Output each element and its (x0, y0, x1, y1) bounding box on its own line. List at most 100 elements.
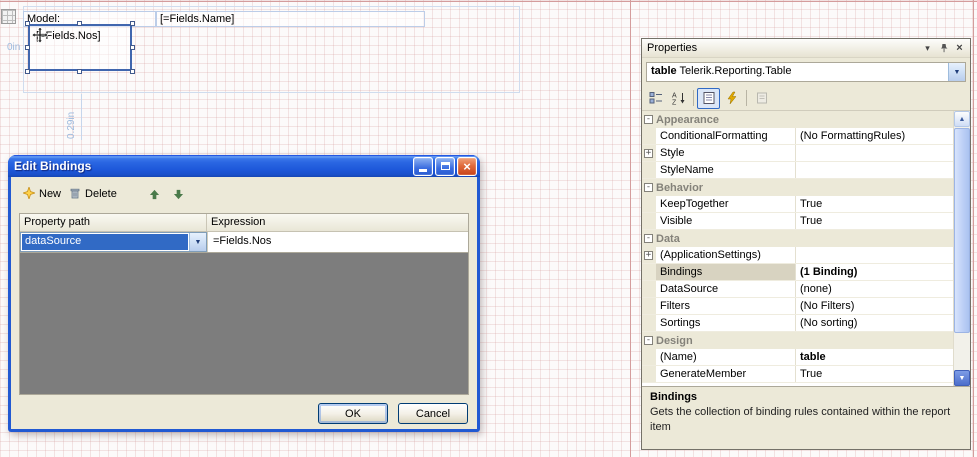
property-row[interactable]: KeepTogether True (642, 196, 953, 213)
combo-dropdown-button[interactable]: ▼ (189, 233, 206, 251)
property-category-row[interactable]: - Appearance (642, 111, 953, 128)
object-type: Telerik.Reporting.Table (679, 65, 792, 77)
maximize-icon (440, 162, 450, 170)
window-menu-button[interactable]: ▾ (920, 41, 935, 55)
delete-binding-button[interactable]: Delete (65, 185, 121, 204)
property-grid: - Appearance ConditionalFormatting (No Form… (642, 110, 970, 386)
expand-icon[interactable]: + (644, 250, 653, 260)
column-header-expression[interactable]: Expression (207, 214, 468, 231)
scroll-up-button[interactable]: ▲ (954, 111, 970, 127)
property-value[interactable]: True (796, 214, 953, 228)
resize-handle[interactable] (25, 69, 30, 74)
property-name[interactable]: Bindings (656, 264, 796, 280)
svg-text:Z: Z (672, 100, 677, 106)
bindings-grid-header: Property path Expression (20, 214, 468, 232)
close-button[interactable]: × (457, 156, 477, 176)
table-move-handle-icon[interactable] (1, 9, 16, 24)
move-down-button[interactable] (171, 186, 187, 202)
property-value[interactable] (796, 152, 953, 154)
property-row[interactable]: Visible True (642, 213, 953, 230)
property-name[interactable]: Style (656, 145, 796, 161)
property-name[interactable]: (ApplicationSettings) (656, 247, 796, 263)
categorized-button[interactable] (644, 88, 667, 109)
property-name[interactable]: DataSource (656, 281, 796, 297)
ok-button[interactable]: OK (318, 403, 388, 424)
property-name[interactable]: (Name) (656, 349, 796, 365)
resize-handle[interactable] (77, 69, 82, 74)
alphabetical-sort-button[interactable]: A Z (667, 88, 690, 109)
expand-icon[interactable]: + (644, 148, 653, 158)
property-value[interactable]: (1 Binding) (796, 265, 953, 279)
property-row[interactable]: DataSource (none) (642, 281, 953, 298)
scrollbar-thumb[interactable] (954, 128, 970, 333)
property-name[interactable]: Filters (656, 298, 796, 314)
property-row[interactable]: ConditionalFormatting (No FormattingRules… (642, 128, 953, 145)
table-cell-name-expression[interactable]: [=Fields.Name] (156, 11, 425, 27)
property-value[interactable] (796, 169, 953, 171)
panel-close-button[interactable]: × (952, 41, 967, 55)
object-selector-value: table Telerik.Reporting.Table (647, 63, 948, 81)
collapse-icon[interactable]: - (644, 234, 653, 243)
property-value[interactable]: (No sorting) (796, 316, 953, 330)
move-up-button[interactable] (147, 186, 163, 202)
category-label: Behavior (656, 181, 704, 194)
property-pages-button[interactable] (750, 88, 773, 109)
selected-textbox[interactable]: [=Fields.Nos] (25, 21, 135, 74)
report-designer-canvas: Model: [=Fields.Name] [=Fields.Nos] 0in … (0, 0, 977, 457)
property-row[interactable]: StyleName (642, 162, 953, 179)
new-binding-button[interactable]: New (19, 185, 65, 204)
property-value[interactable] (796, 254, 953, 256)
property-row[interactable]: (Name) table (642, 349, 953, 366)
auto-hide-pin-button[interactable] (936, 41, 951, 55)
property-category-row[interactable]: - Behavior (642, 179, 953, 196)
property-value[interactable]: (No Filters) (796, 299, 953, 313)
events-button[interactable] (720, 88, 743, 109)
row-gutter (642, 281, 656, 297)
expression-cell[interactable]: =Fields.Nos (207, 232, 468, 252)
property-value[interactable]: table (796, 350, 953, 364)
property-value[interactable]: (No FormattingRules) (796, 129, 953, 143)
property-name[interactable]: GenerateMember (656, 366, 796, 382)
resize-handle[interactable] (130, 21, 135, 26)
property-row[interactable]: Bindings (1 Binding) (642, 264, 953, 281)
object-selector-dropdown-button[interactable]: ▼ (948, 63, 965, 81)
binding-row[interactable]: dataSource ▼ =Fields.Nos (20, 232, 468, 253)
arrow-down-icon: ▼ (958, 374, 966, 382)
property-name[interactable]: StyleName (656, 162, 796, 178)
property-name[interactable]: ConditionalFormatting (656, 128, 796, 144)
resize-handle[interactable] (130, 44, 135, 50)
cancel-button[interactable]: Cancel (398, 403, 468, 424)
description-title: Bindings (650, 391, 698, 403)
property-row[interactable]: GenerateMember True (642, 366, 953, 383)
vertical-scrollbar[interactable]: ▲ ▼ (953, 111, 970, 386)
column-header-property-path[interactable]: Property path (20, 214, 207, 231)
dialog-titlebar[interactable]: Edit Bindings × (8, 155, 480, 177)
properties-view-button[interactable] (697, 87, 720, 109)
object-selector-combobox[interactable]: table Telerik.Reporting.Table ▼ (646, 62, 966, 82)
minimize-button[interactable] (413, 156, 433, 176)
resize-handle[interactable] (25, 21, 30, 26)
scroll-down-button[interactable]: ▼ (954, 370, 970, 386)
property-value[interactable]: True (796, 367, 953, 381)
maximize-button[interactable] (435, 156, 455, 176)
property-row[interactable]: Sortings (No sorting) (642, 315, 953, 332)
property-name[interactable]: KeepTogether (656, 196, 796, 212)
resize-handle[interactable] (130, 69, 135, 74)
collapse-icon[interactable]: - (644, 115, 653, 124)
property-path-combobox[interactable]: dataSource ▼ (20, 232, 207, 252)
chevron-down-icon: ▼ (194, 238, 202, 246)
property-value[interactable]: (none) (796, 282, 953, 296)
property-row[interactable]: + Style (642, 145, 953, 162)
property-value[interactable]: True (796, 197, 953, 211)
property-category-row[interactable]: - Design (642, 332, 953, 349)
property-row[interactable]: + (ApplicationSettings) (642, 247, 953, 264)
properties-panel-titlebar[interactable]: Properties ▾ × (642, 39, 970, 58)
collapse-icon[interactable]: - (644, 336, 653, 345)
collapse-icon[interactable]: - (644, 183, 653, 192)
property-row[interactable]: Filters (No Filters) (642, 298, 953, 315)
property-name[interactable]: Sortings (656, 315, 796, 331)
property-category-row[interactable]: - Data (642, 230, 953, 247)
resize-handle[interactable] (25, 44, 30, 50)
property-name[interactable]: Visible (656, 213, 796, 229)
resize-handle[interactable] (77, 21, 82, 26)
